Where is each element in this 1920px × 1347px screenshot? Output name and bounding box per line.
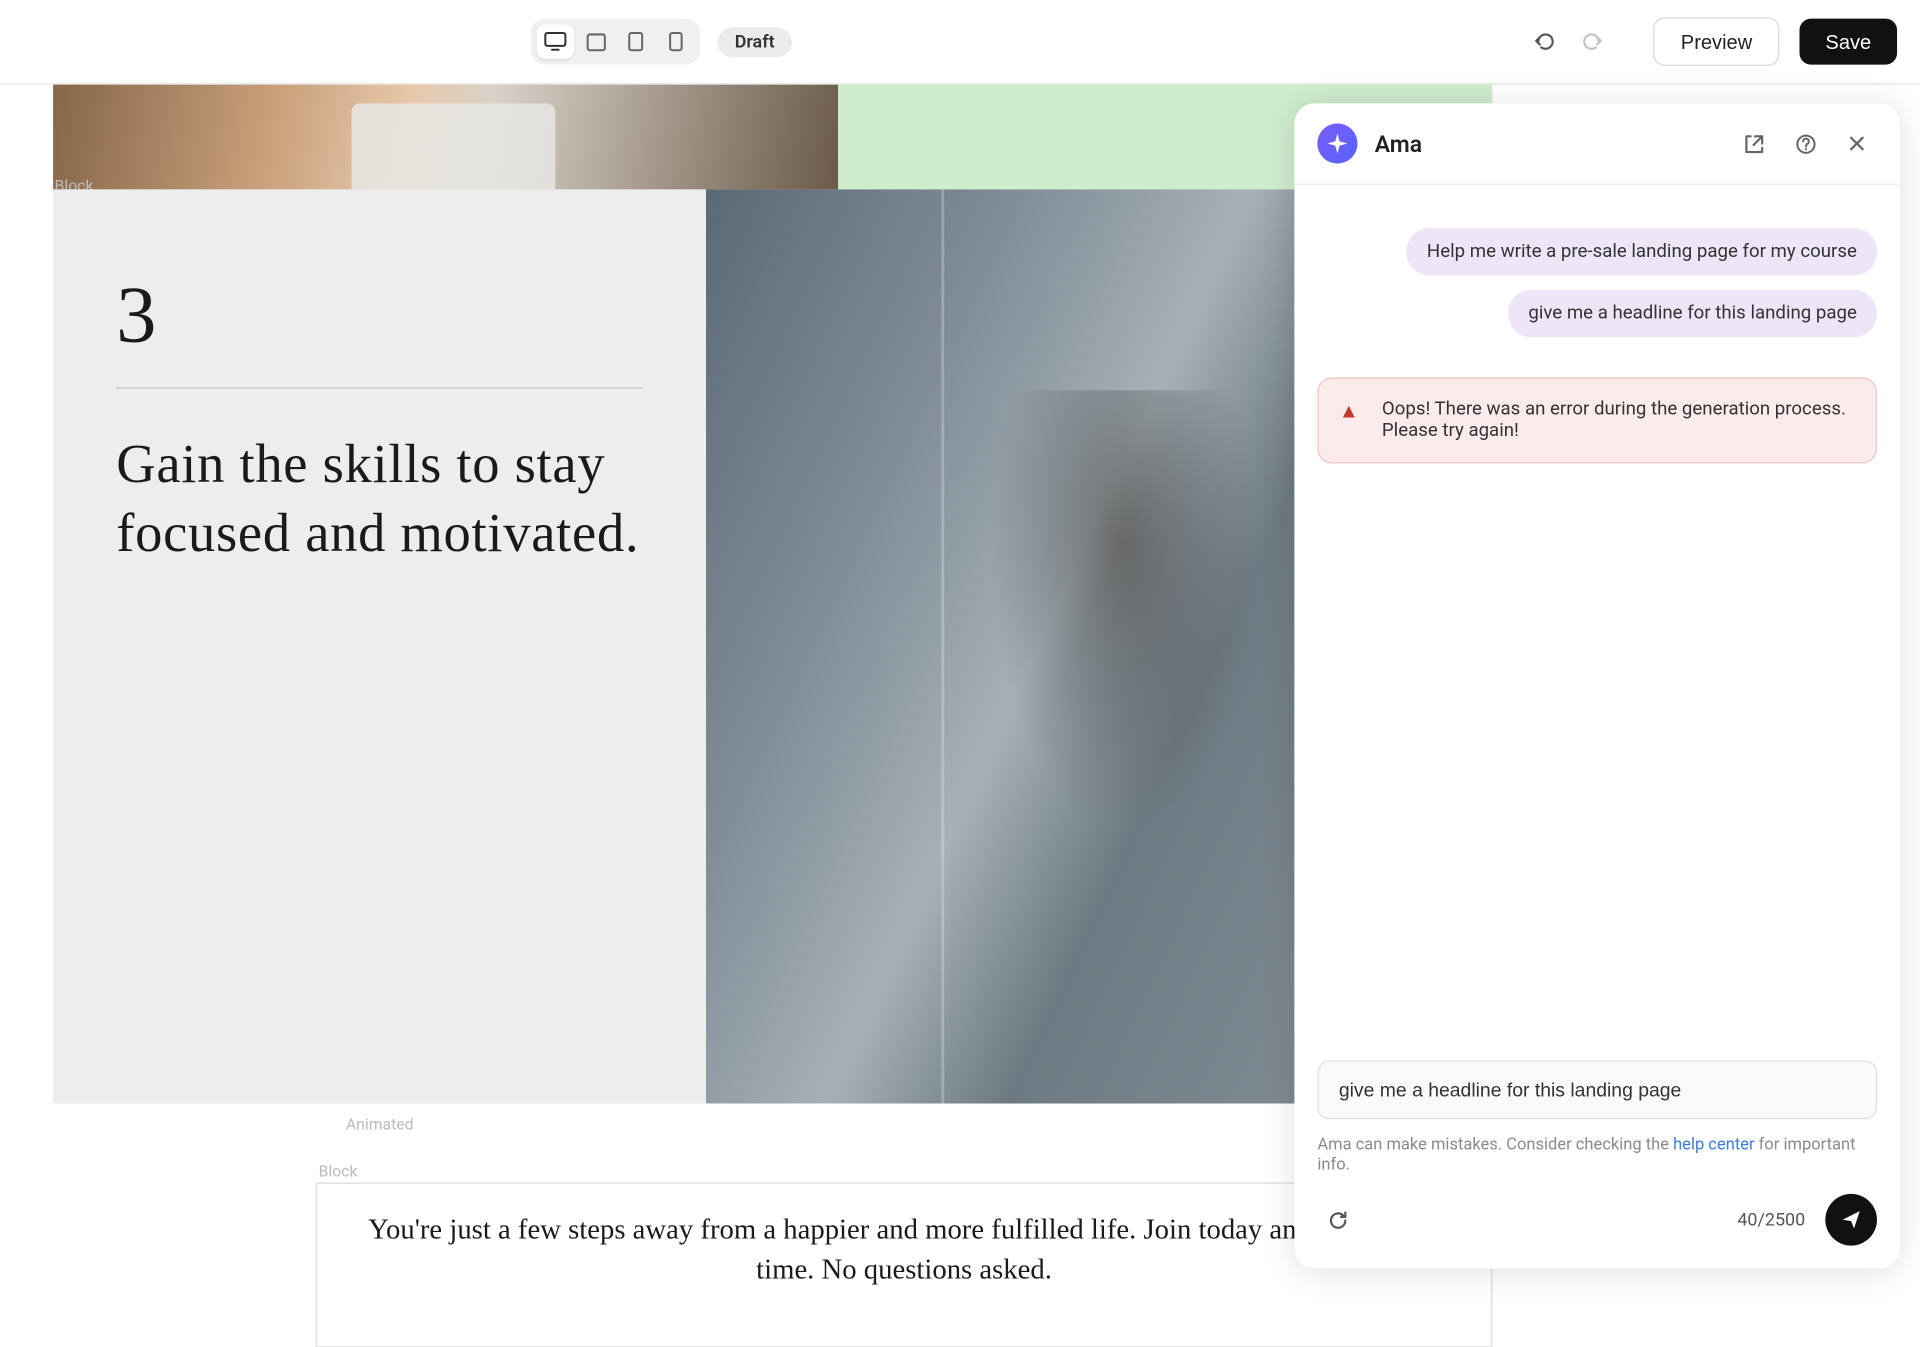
undo-button[interactable] — [1524, 22, 1564, 62]
ai-chat-area: Help me write a pre-sale landing page fo… — [1294, 184, 1900, 1061]
cta-text[interactable]: You're just a few steps away from a happ… — [352, 1210, 1457, 1290]
ai-disclaimer: Ama can make mistakes. Consider checking… — [1317, 1134, 1877, 1174]
redo-button[interactable] — [1573, 22, 1613, 62]
desktop-icon — [544, 32, 567, 52]
regenerate-button[interactable] — [1317, 1200, 1357, 1240]
sparkle-icon — [1327, 133, 1347, 153]
card-heading[interactable]: Gain the skills to stay focused and moti… — [116, 432, 643, 568]
help-center-link[interactable]: help center — [1673, 1134, 1754, 1154]
save-button[interactable]: Save — [1800, 19, 1897, 65]
popout-button[interactable] — [1733, 123, 1773, 163]
external-link-icon — [1743, 133, 1765, 155]
ai-panel-title: Ama — [1375, 130, 1422, 157]
device-mobile-button[interactable] — [657, 24, 694, 58]
mobile-icon — [669, 32, 683, 52]
close-icon — [1847, 133, 1867, 153]
ai-input-area: Ama can make mistakes. Consider checking… — [1294, 1060, 1900, 1268]
ai-panel-header: Ama — [1294, 103, 1900, 183]
help-button[interactable] — [1785, 123, 1825, 163]
warning-icon: ▲ — [1339, 399, 1359, 423]
device-laptop-button[interactable] — [577, 24, 614, 58]
refresh-icon — [1327, 1209, 1349, 1231]
status-badge: Draft — [718, 27, 792, 57]
hero-photo — [53, 85, 838, 190]
preview-button[interactable]: Preview — [1654, 17, 1780, 66]
error-message: ▲ Oops! There was an error during the ge… — [1317, 377, 1877, 463]
user-message: Help me write a pre-sale landing page fo… — [1407, 228, 1877, 275]
top-toolbar: Draft Preview Save — [0, 0, 1920, 85]
block-label: Block — [319, 1162, 358, 1181]
send-button[interactable] — [1825, 1194, 1877, 1246]
character-count: 40/2500 — [1737, 1209, 1805, 1231]
main-content-row[interactable]: 3 Gain the skills to stay focused and mo… — [53, 189, 1492, 1103]
ai-assistant-panel: Ama Help me write a pre-sale landing pag… — [1294, 103, 1900, 1268]
close-button[interactable] — [1837, 123, 1877, 163]
send-icon — [1840, 1208, 1863, 1231]
undo-icon — [1533, 30, 1556, 53]
laptop-icon — [585, 32, 607, 51]
feature-card[interactable]: 3 Gain the skills to stay focused and mo… — [53, 189, 706, 1103]
card-number: 3 — [116, 270, 643, 362]
card-divider — [116, 387, 643, 388]
ai-avatar — [1317, 123, 1357, 163]
tablet-icon — [627, 32, 644, 52]
toolbar-right: Preview Save — [1524, 17, 1897, 66]
top-strip-block[interactable] — [53, 85, 1492, 190]
redo-icon — [1582, 30, 1605, 53]
error-text: Oops! There was an error during the gene… — [1382, 399, 1846, 442]
ai-prompt-input[interactable] — [1317, 1060, 1877, 1119]
help-icon — [1794, 133, 1816, 155]
animated-label: Animated — [346, 1115, 414, 1134]
device-tablet-button[interactable] — [617, 24, 654, 58]
device-desktop-button[interactable] — [537, 24, 574, 58]
device-switcher — [531, 19, 700, 65]
user-message: give me a headline for this landing page — [1508, 290, 1877, 337]
